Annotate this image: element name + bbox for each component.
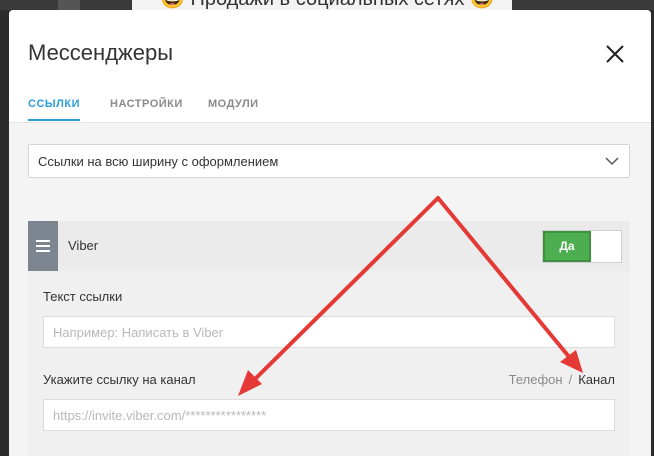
modal-content: Ссылки на всю ширину с оформлением Viber…: [9, 123, 651, 456]
link-mode-switch: Телефон / Канал: [509, 372, 615, 387]
messengers-modal: Мессенджеры ССЫЛКИ НАСТРОЙКИ МОДУЛИ Ссыл…: [9, 10, 651, 456]
mode-channel-link[interactable]: Канал: [578, 372, 615, 387]
tab-modules[interactable]: МОДУЛИ: [208, 98, 259, 119]
messenger-name: Viber: [68, 238, 99, 253]
modal-title: Мессенджеры: [28, 40, 174, 65]
link-text-input[interactable]: [43, 316, 615, 348]
toggle-knob: [591, 231, 621, 262]
layout-select[interactable]: Ссылки на всю ширину с оформлением: [28, 144, 630, 178]
channel-link-input[interactable]: [43, 399, 615, 431]
messenger-panel-viber: Viber Да Текст ссылки Укажите ссылку на …: [28, 221, 630, 456]
toggle-label: Да: [543, 231, 591, 262]
close-button[interactable]: [604, 43, 626, 65]
panel-body: Текст ссылки Укажите ссылку на канал Тел…: [28, 271, 630, 456]
mode-phone-link[interactable]: Телефон: [509, 372, 563, 387]
tab-settings[interactable]: НАСТРОЙКИ: [110, 98, 183, 119]
close-icon: [606, 45, 624, 63]
tab-links[interactable]: ССЫЛКИ: [28, 98, 80, 121]
background-tab: [58, 0, 80, 10]
tab-bar: ССЫЛКИ НАСТРОЙКИ МОДУЛИ: [9, 90, 651, 123]
link-text-label: Текст ссылки: [43, 289, 123, 304]
drag-handle-icon[interactable]: [28, 221, 58, 271]
panel-header: Viber Да: [28, 221, 630, 271]
layout-select-value: Ссылки на всю ширину с оформлением: [38, 154, 279, 169]
channel-link-label: Укажите ссылку на канал: [43, 372, 196, 387]
mode-separator: /: [568, 372, 573, 387]
enable-toggle[interactable]: Да: [542, 230, 622, 263]
chevron-down-icon: [605, 157, 619, 166]
